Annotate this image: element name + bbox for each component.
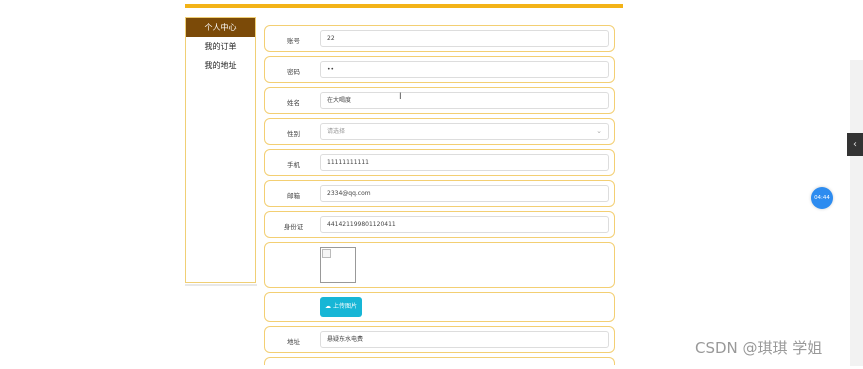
side-panel-toggle[interactable]: ‹ xyxy=(847,133,863,156)
form-row-name: 姓名 在大喝度 xyxy=(264,87,615,114)
cloud-upload-icon: ☁ xyxy=(325,303,332,310)
page-scrollbar[interactable] xyxy=(850,60,863,366)
upload-button-label: 上传图片 xyxy=(332,303,357,310)
csdn-watermark: CSDN @琪琪 学姐 xyxy=(695,339,823,357)
phone-label: 手机 xyxy=(287,161,300,169)
profile-form: 账号 22 密码 •• 姓名 在大喝度 性别 请选择 ⌄ 手机 11111111… xyxy=(264,25,615,369)
name-input[interactable]: 在大喝度 xyxy=(320,92,609,109)
address-label: 地址 xyxy=(287,338,300,346)
sidebar-item-profile[interactable]: 个人中心 xyxy=(186,18,255,37)
password-input[interactable]: •• xyxy=(320,61,609,78)
form-row-address: 地址 悬疑东水电费 xyxy=(264,326,615,353)
sidebar: 个人中心 我的订单 我的地址 xyxy=(185,17,256,283)
password-label: 密码 xyxy=(287,68,300,76)
account-input[interactable]: 22 xyxy=(320,30,609,47)
time-badge[interactable]: 04:44 xyxy=(811,187,833,209)
upload-image-button[interactable]: ☁ 上传图片 xyxy=(320,297,362,317)
account-label: 账号 xyxy=(287,37,300,45)
name-label: 姓名 xyxy=(287,99,300,107)
phone-input[interactable]: 11111111111 xyxy=(320,154,609,171)
email-input[interactable]: 2334@qq.com xyxy=(320,185,609,202)
text-cursor-icon: I xyxy=(399,92,402,102)
form-row-upload: ☁ 上传图片 xyxy=(264,292,615,322)
form-row-email: 邮箱 2334@qq.com xyxy=(264,180,615,207)
address-input[interactable]: 悬疑东水电费 xyxy=(320,331,609,348)
gender-label: 性别 xyxy=(287,130,300,138)
top-accent-bar xyxy=(185,4,623,8)
sidebar-item-orders[interactable]: 我的订单 xyxy=(186,37,255,56)
form-row-password: 密码 •• xyxy=(264,56,615,83)
form-row-gender: 性别 请选择 ⌄ xyxy=(264,118,615,145)
sidebar-item-addresses[interactable]: 我的地址 xyxy=(186,56,255,75)
form-row-photo xyxy=(264,242,615,288)
form-row-phone: 手机 11111111111 xyxy=(264,149,615,176)
gender-select-placeholder: 请选择 xyxy=(327,128,346,135)
id-card-input[interactable]: 441421199801120411 xyxy=(320,216,609,233)
id-card-label: 身份证 xyxy=(283,223,304,231)
form-row-next-partial xyxy=(264,357,615,365)
avatar-preview xyxy=(320,247,356,283)
form-row-account: 账号 22 xyxy=(264,25,615,52)
gender-select[interactable]: 请选择 ⌄ xyxy=(320,123,609,140)
email-label: 邮箱 xyxy=(287,192,300,200)
sidebar-shadow xyxy=(185,284,257,286)
chevron-down-icon: ⌄ xyxy=(596,127,602,135)
broken-image-icon xyxy=(322,249,331,258)
form-row-id-card: 身份证 441421199801120411 xyxy=(264,211,615,238)
